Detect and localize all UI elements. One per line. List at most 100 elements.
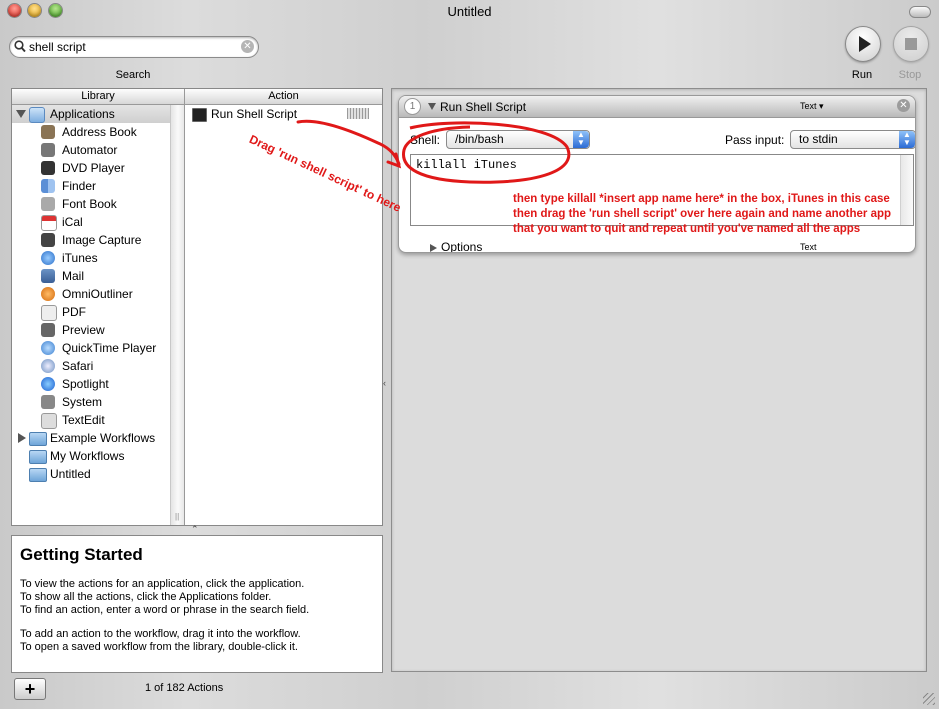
library-column-header[interactable]: Library bbox=[12, 89, 185, 105]
vertical-split-handle[interactable]: ‹ bbox=[383, 378, 386, 388]
library-item-dvd-player[interactable]: DVD Player bbox=[12, 159, 170, 177]
library-item-safari[interactable]: Safari bbox=[12, 357, 170, 375]
library-item-label: OmniOutliner bbox=[62, 287, 133, 301]
disclosure-collapsed-icon[interactable] bbox=[18, 433, 26, 443]
finder-icon bbox=[41, 179, 55, 193]
library-item-pdf[interactable]: PDF bbox=[12, 303, 170, 321]
library-item-label: Applications bbox=[50, 107, 115, 121]
folder-icon bbox=[29, 468, 47, 482]
library-item-quicktime-player[interactable]: QuickTime Player bbox=[12, 339, 170, 357]
search-input[interactable] bbox=[29, 39, 229, 54]
library-item-untitled[interactable]: Untitled bbox=[12, 465, 170, 483]
popup-arrows-icon: ▲ ▼ bbox=[899, 131, 915, 148]
mail-icon bbox=[41, 269, 55, 283]
shell-value: /bin/bash bbox=[455, 132, 504, 146]
disclosure-expanded-icon[interactable] bbox=[16, 110, 26, 118]
instruction-annotation: that you want to quit and repeat until y… bbox=[513, 223, 861, 235]
library-item-label: Spotlight bbox=[62, 377, 109, 391]
itunes-icon bbox=[41, 251, 55, 265]
action-column-header[interactable]: Action bbox=[185, 89, 382, 105]
library-item-label: PDF bbox=[62, 305, 86, 319]
library-item-system[interactable]: System bbox=[12, 393, 170, 411]
folder-icon bbox=[29, 450, 47, 464]
library-item-label: iCal bbox=[62, 215, 83, 229]
description-title: Getting Started bbox=[20, 545, 143, 564]
add-button[interactable]: + bbox=[14, 678, 46, 700]
textedit-icon bbox=[41, 413, 57, 429]
workflow-area[interactable]: 1 Run Shell Script Text ▾ ✕ Shell: /bin/… bbox=[391, 88, 927, 672]
folder-icon bbox=[29, 432, 47, 446]
terminal-icon bbox=[192, 108, 207, 122]
pass-input-popup[interactable]: to stdin ▲ ▼ bbox=[790, 130, 915, 149]
action-title: Run Shell Script bbox=[440, 100, 527, 114]
system-icon bbox=[41, 395, 55, 409]
popup-arrows-icon: ▲ ▼ bbox=[573, 131, 589, 148]
drag-handle-icon[interactable] bbox=[347, 108, 369, 119]
automator-window: Untitled ✕ Search Run Stop Library Actio… bbox=[0, 0, 939, 709]
instruction-annotation: then type killall *insert app name here*… bbox=[513, 193, 890, 205]
library-item-mail[interactable]: Mail bbox=[12, 267, 170, 285]
search-label: Search bbox=[115, 69, 151, 81]
description-line: To add an action to the workflow, drag i… bbox=[20, 628, 301, 640]
library-item-label: Preview bbox=[62, 323, 105, 337]
library-item-textedit[interactable]: TextEdit bbox=[12, 411, 170, 429]
library-list: Applications Address Book Automator DVD … bbox=[12, 105, 170, 525]
library-item-spotlight[interactable]: Spotlight bbox=[12, 375, 170, 393]
library-item-address-book[interactable]: Address Book bbox=[12, 123, 170, 141]
library-item-label: Automator bbox=[62, 143, 118, 157]
script-text[interactable]: killall iTunes bbox=[416, 158, 517, 172]
action-item-label: Run Shell Script bbox=[211, 107, 298, 121]
applications-folder-icon bbox=[29, 107, 45, 123]
horizontal-split-handle[interactable]: ⌃ bbox=[191, 524, 199, 535]
title-bar: Untitled bbox=[0, 0, 939, 24]
column-resize-grip[interactable]: || bbox=[175, 512, 179, 521]
run-button[interactable] bbox=[845, 26, 881, 62]
options-disclosure-icon[interactable] bbox=[430, 244, 437, 252]
script-scrollbar[interactable] bbox=[900, 155, 913, 225]
shell-popup[interactable]: /bin/bash ▲ ▼ bbox=[446, 130, 590, 149]
resize-grip-icon[interactable] bbox=[923, 693, 935, 705]
safari-icon bbox=[41, 359, 55, 373]
remove-action-icon[interactable]: ✕ bbox=[897, 99, 910, 112]
action-item-run-shell-script[interactable]: Run Shell Script bbox=[185, 105, 382, 123]
library-item-preview[interactable]: Preview bbox=[12, 321, 170, 339]
library-item-applications[interactable]: Applications bbox=[12, 105, 170, 123]
pdf-icon bbox=[41, 305, 57, 321]
library-scrollbar[interactable]: || bbox=[170, 105, 185, 525]
description-panel: Getting Started To view the actions for … bbox=[11, 535, 383, 673]
pass-input-label: Pass input: bbox=[725, 133, 785, 147]
library-item-example-workflows[interactable]: Example Workflows bbox=[12, 429, 170, 447]
action-header[interactable]: 1 Run Shell Script Text ▾ ✕ bbox=[399, 96, 915, 118]
library-item-label: Untitled bbox=[50, 467, 91, 481]
library-item-finder[interactable]: Finder bbox=[12, 177, 170, 195]
library-item-font-book[interactable]: Font Book bbox=[12, 195, 170, 213]
description-line: To open a saved workflow from the librar… bbox=[20, 641, 298, 653]
clear-search-icon[interactable]: ✕ bbox=[241, 40, 254, 53]
library-item-automator[interactable]: Automator bbox=[12, 141, 170, 159]
options-label[interactable]: Options bbox=[441, 240, 482, 252]
library-item-label: iTunes bbox=[62, 251, 98, 265]
library-item-my-workflows[interactable]: My Workflows bbox=[12, 447, 170, 465]
search-field[interactable]: ✕ bbox=[9, 36, 259, 58]
action-list: Run Shell Script bbox=[185, 105, 382, 525]
font-book-icon bbox=[41, 197, 55, 211]
collapse-disclosure-icon[interactable] bbox=[428, 103, 436, 110]
library-item-ical[interactable]: iCal bbox=[12, 213, 170, 231]
library-item-label: My Workflows bbox=[50, 449, 125, 463]
library-item-image-capture[interactable]: Image Capture bbox=[12, 231, 170, 249]
stop-icon bbox=[905, 38, 917, 50]
library-item-label: QuickTime Player bbox=[62, 341, 157, 355]
input-type-menu[interactable]: Text ▾ bbox=[800, 101, 824, 112]
omnioutliner-icon bbox=[41, 287, 55, 301]
library-item-label: DVD Player bbox=[62, 161, 125, 175]
step-number: 1 bbox=[404, 98, 421, 115]
address-book-icon bbox=[41, 125, 55, 139]
library-item-label: Address Book bbox=[62, 125, 137, 139]
library-item-label: TextEdit bbox=[62, 413, 105, 427]
shell-label: Shell: bbox=[410, 133, 441, 147]
library-item-omnioutliner[interactable]: OmniOutliner bbox=[12, 285, 170, 303]
toolbar-toggle-button[interactable] bbox=[909, 6, 931, 18]
run-label: Run bbox=[851, 69, 873, 81]
library-item-itunes[interactable]: iTunes bbox=[12, 249, 170, 267]
stop-button[interactable] bbox=[893, 26, 929, 62]
